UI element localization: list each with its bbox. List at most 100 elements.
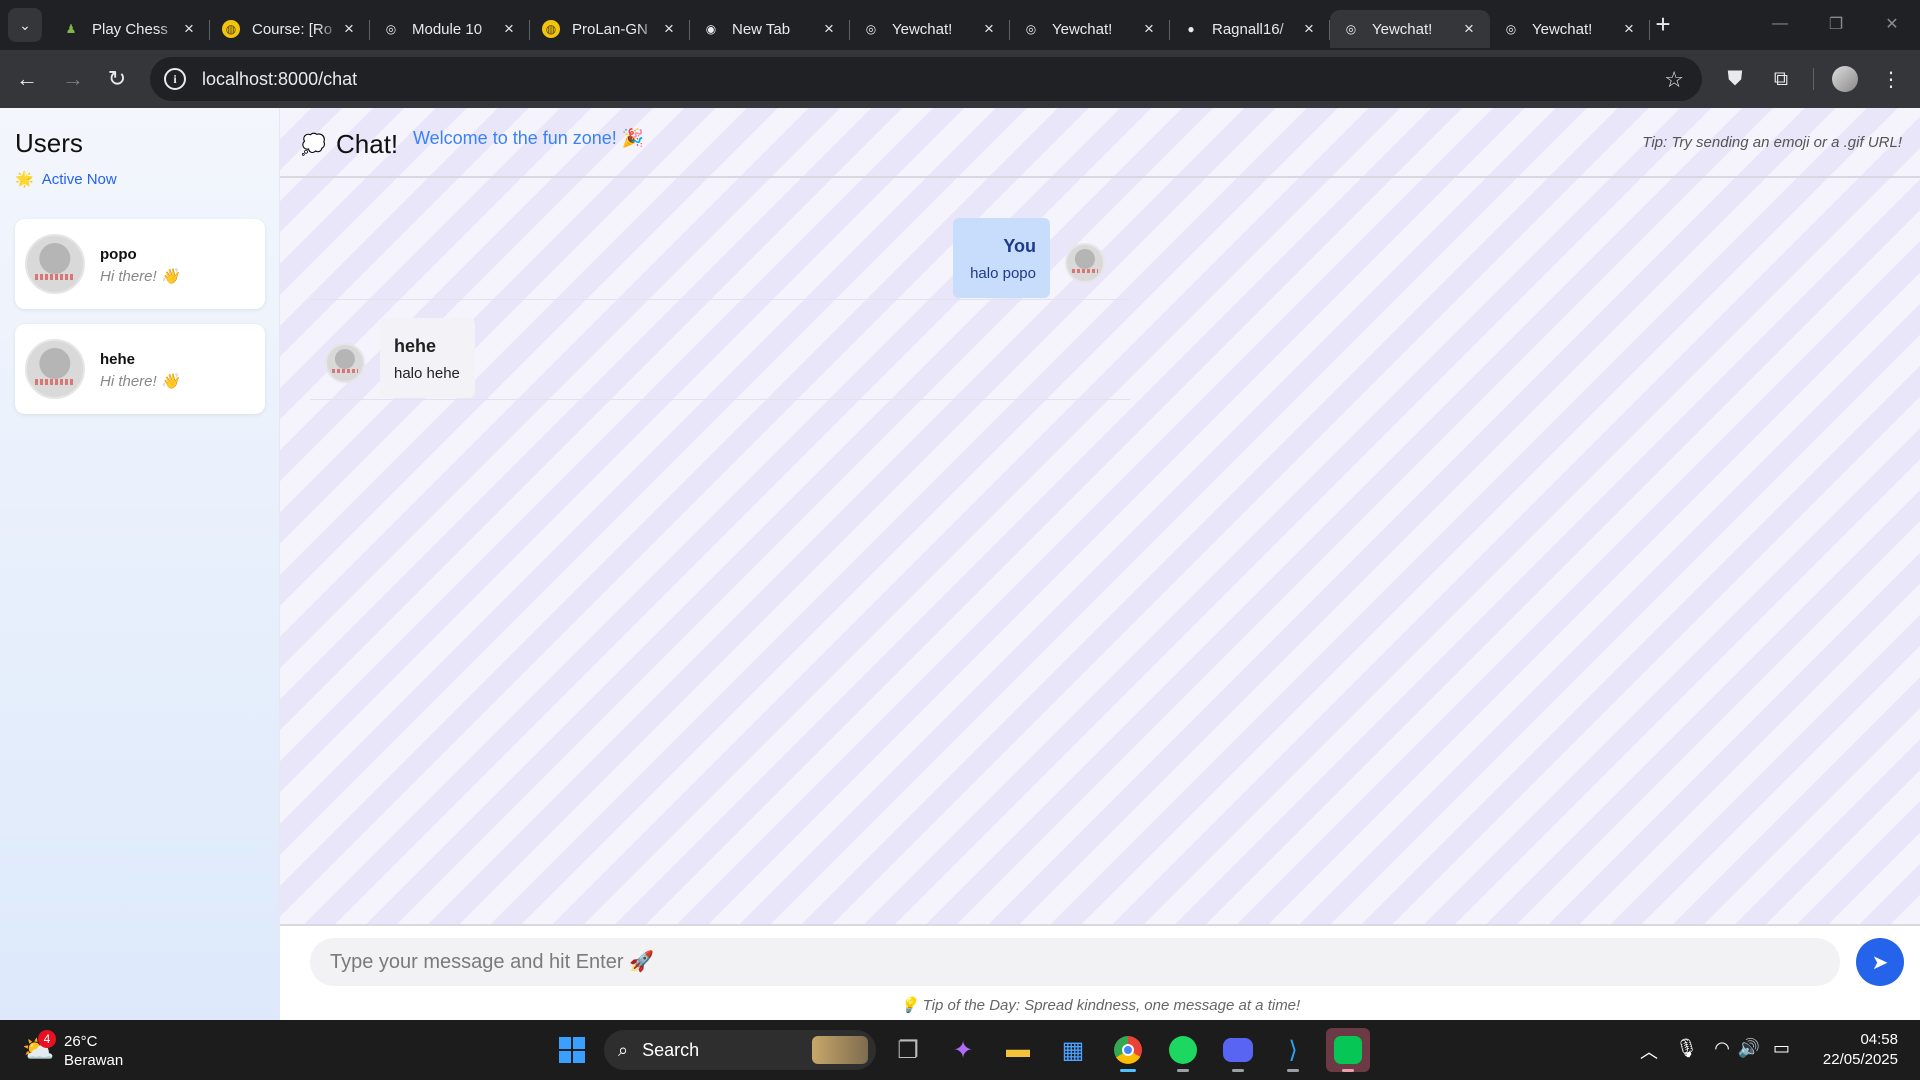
show-hidden-icons-chevron-icon[interactable]: ︿ [1640,1038,1658,1064]
browser-tab-bar: ⌄ ♟ Play Chess × ◍ Course: [Ro × ◎ Module 10 × ◍ P… [0,0,1920,50]
browser-tab[interactable]: ♟ Play Chess × [50,10,210,48]
tab-title: Play Chess [92,20,168,38]
copilot-icon[interactable]: ✦ [941,1028,985,1072]
tab-title: Yewchat! [1372,20,1433,38]
message-input[interactable] [310,938,1840,986]
address-url: localhost:8000/chat [202,68,358,89]
browser-tab[interactable]: ◎ Yewchat! × [1010,10,1170,48]
moodle-icon: ◍ [222,20,240,38]
message-avatar [1065,243,1105,283]
tip-of-the-day: 💡 Tip of the Day: Spread kindness, one m… [899,997,1301,1014]
active-now-label: Active Now [41,170,117,188]
tab-title: New Tab [732,20,791,38]
web-page: Users 🌟 Active Now popo Hi there! 👋 hehe… [0,108,1920,1020]
search-icon: ⌕ [618,1039,629,1060]
message-bubble-mine: You halo popo [953,218,1050,298]
message-row-mine: You halo popo [310,218,1130,300]
tab-title: Course: [Ro [252,20,333,38]
speech-bubble-icon: 💭 [301,134,326,156]
battery-icon[interactable]: ▭ [1773,1038,1790,1059]
address-bar[interactable]: i localhost:8000/chat ☆ [150,57,1702,101]
windows-taskbar: ⛅ 4 26°C Berawan ⌕ Search ❐ ✦ ▬ ▦ ⟩ ︿ 🎙 … [0,1020,1920,1080]
microphone-icon[interactable]: 🎙 [1675,1038,1698,1059]
message-row-theirs: hehe halo hehe [310,318,1130,400]
extensions-puzzle-icon[interactable]: ⧉ [1766,64,1796,94]
browser-tab[interactable]: ◍ ProLan-GN × [530,10,690,48]
chrome-icon[interactable] [1106,1028,1150,1072]
volume-icon[interactable]: 🔊 [1738,1038,1760,1059]
browser-menu-icon[interactable]: ⋮ [1876,64,1906,94]
close-tab-icon[interactable]: × [340,19,358,39]
active-now-status: 🌟 Active Now [15,170,117,189]
close-tab-icon[interactable]: × [1140,19,1158,39]
close-window-icon[interactable]: ✕ [1864,0,1920,48]
moodle-icon: ◍ [542,20,560,38]
file-explorer-icon[interactable]: ▬ [996,1028,1040,1072]
browser-tab[interactable]: ◎ Yewchat! × [850,10,1010,48]
line-app-icon[interactable] [1326,1028,1370,1072]
spotify-icon[interactable] [1161,1028,1205,1072]
message-text: halo hehe [394,365,460,382]
browser-tab[interactable]: ◍ Course: [Ro × [210,10,370,48]
clock-date: 22/05/2025 [1822,1051,1898,1068]
profile-avatar-icon[interactable] [1830,64,1860,94]
message-bubble-theirs: hehe halo hehe [380,318,475,398]
tab-search-chevron-icon[interactable]: ⌄ [8,8,42,42]
close-tab-icon[interactable]: × [1460,19,1478,39]
user-avatar [25,234,85,294]
wifi-icon[interactable]: ◠ [1714,1038,1730,1059]
close-tab-icon[interactable]: × [180,19,198,39]
message-avatar [325,343,365,383]
task-view-icon[interactable]: ❐ [886,1028,930,1072]
user-card-popo[interactable]: popo Hi there! 👋 [15,219,265,309]
send-button[interactable]: ➤ [1856,938,1904,986]
clock-time: 04:58 [1860,1031,1898,1048]
forward-arrow-icon[interactable]: → [56,62,90,96]
taskbar-search[interactable]: ⌕ Search [604,1030,876,1070]
close-tab-icon[interactable]: × [660,19,678,39]
system-clock[interactable]: 04:58 22/05/2025 [1823,1030,1898,1070]
windows-start-icon[interactable] [550,1028,594,1072]
discord-icon[interactable] [1216,1028,1260,1072]
weather-condition: Berawan [64,1052,124,1069]
users-sidebar: Users 🌟 Active Now popo Hi there! 👋 hehe… [0,108,280,1020]
user-name: hehe [100,351,136,368]
chat-title: Chat! [336,129,399,159]
weather-widget[interactable]: ⛅ 4 26°C Berawan [20,1030,140,1070]
sun-icon: 🌟 [15,171,34,188]
bookmark-star-icon[interactable]: ☆ [1664,67,1684,93]
chess-pawn-icon: ♟ [65,22,77,36]
close-tab-icon[interactable]: × [980,19,998,39]
browser-tab[interactable]: ● Ragnall16/ × [1170,10,1330,48]
chat-panel: 💭 Chat! Welcome to the fun zone! 🎉 Tip: … [280,108,1920,1020]
browser-tab[interactable]: ◎ Yewchat! × [1490,10,1650,48]
restore-icon[interactable]: ❐ [1808,0,1864,48]
microsoft-store-icon[interactable]: ▦ [1051,1028,1095,1072]
vscode-icon[interactable]: ⟩ [1271,1028,1315,1072]
message-text: halo popo [970,265,1036,282]
toolbar-divider [1813,68,1814,90]
site-info-icon[interactable]: i [164,68,186,90]
globe-icon: ◎ [1505,22,1517,36]
close-tab-icon[interactable]: × [1620,19,1638,39]
tab-title: Yewchat! [1532,20,1593,38]
close-tab-icon[interactable]: × [1300,19,1318,39]
user-card-hehe[interactable]: hehe Hi there! 👋 [15,324,265,414]
user-status-message: Hi there! 👋 [100,373,180,390]
message-composer: ➤ 💡 Tip of the Day: Spread kindness, one… [280,924,1920,1020]
message-sender: You [1003,236,1036,256]
reload-icon[interactable]: ↻ [100,62,134,96]
close-tab-icon[interactable]: × [820,19,838,39]
close-tab-icon[interactable]: × [500,19,518,39]
minimize-icon[interactable]: — [1752,0,1808,48]
users-heading: Users [15,128,83,158]
browser-tab[interactable]: ◎ Module 10 × [370,10,530,48]
back-arrow-icon[interactable]: ← [10,62,44,96]
browser-tab[interactable]: ◎ Yewchat! × [1330,10,1490,48]
shield-extension-icon[interactable]: ⛊ [1720,64,1750,94]
chrome-icon: ◉ [705,22,717,36]
header-tip: Tip: Try sending an emoji or a .gif URL! [1642,134,1902,151]
browser-tab[interactable]: ◉ New Tab × [690,10,850,48]
chat-header: 💭 Chat! Welcome to the fun zone! 🎉 Tip: … [280,108,1920,178]
new-tab-plus-icon[interactable]: + [1648,10,1678,40]
